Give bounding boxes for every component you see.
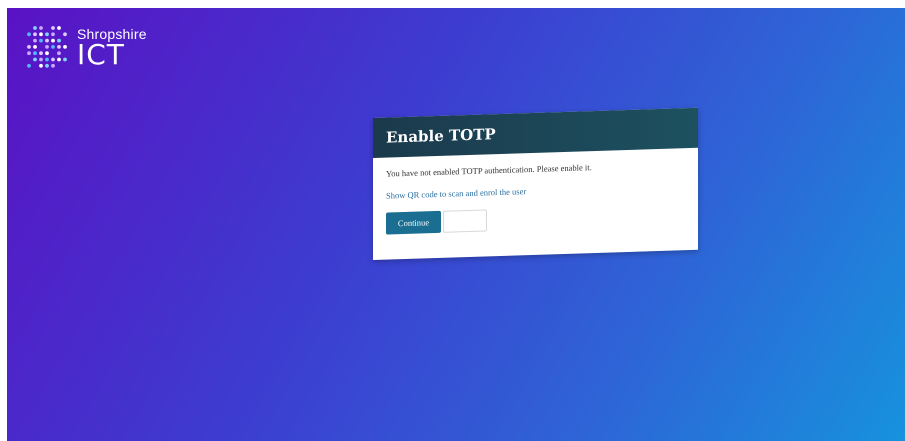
logo-dot [39, 38, 43, 43]
logo-dot [63, 45, 67, 49]
logo-dot [63, 57, 67, 62]
logo-dot [39, 26, 43, 30]
logo-dot [57, 57, 61, 62]
logo-dot [57, 38, 61, 43]
logo-dot [51, 26, 55, 30]
logo-dot [33, 26, 37, 30]
secondary-button[interactable] [443, 209, 487, 233]
background: Shropshire ICT Enable TOTP You have not … [7, 8, 905, 441]
logo-dot [27, 51, 31, 56]
logo-dot [51, 57, 55, 62]
dot-grid-logo-icon [27, 26, 67, 68]
logo-dot [51, 63, 55, 68]
logo-dot [45, 51, 49, 56]
logo-dot [33, 57, 37, 62]
logo-dot [27, 45, 31, 49]
logo-dot [33, 32, 37, 37]
logo-dot [45, 57, 49, 62]
logo-dot [39, 57, 43, 62]
logo-dot [57, 45, 61, 49]
dialog-body: You have not enabled TOTP authentication… [373, 148, 698, 235]
logo-big-text: ICT [77, 38, 125, 71]
logo-dot [39, 51, 43, 56]
logo-dot [33, 51, 37, 56]
logo-dot [33, 38, 37, 43]
logo-dot [39, 63, 43, 68]
logo-dot [51, 45, 55, 49]
dialog-buttons: Continue [386, 203, 685, 235]
dialog-message: You have not enabled TOTP authentication… [386, 162, 592, 179]
logo-dot [45, 32, 49, 37]
dialog-title: Enable TOTP [386, 125, 496, 147]
shropshire-ict-logo: Shropshire ICT [25, 22, 165, 78]
logo-dot [45, 63, 49, 68]
logo-dot [51, 38, 55, 43]
logo-dot [27, 32, 31, 37]
logo-dot [63, 32, 67, 37]
logo-dot [51, 32, 55, 37]
logo-dot [39, 32, 43, 37]
logo-dot [45, 45, 49, 49]
continue-button[interactable]: Continue [386, 210, 441, 235]
logo-dot [57, 51, 61, 56]
show-qr-code-link[interactable]: Show QR code to scan and enrol the user [386, 181, 685, 200]
enable-totp-dialog: Enable TOTP You have not enabled TOTP au… [373, 107, 698, 260]
logo-dot [33, 45, 37, 49]
logo-dot [57, 26, 61, 30]
logo-dot [27, 63, 31, 68]
logo-dot [45, 38, 49, 43]
